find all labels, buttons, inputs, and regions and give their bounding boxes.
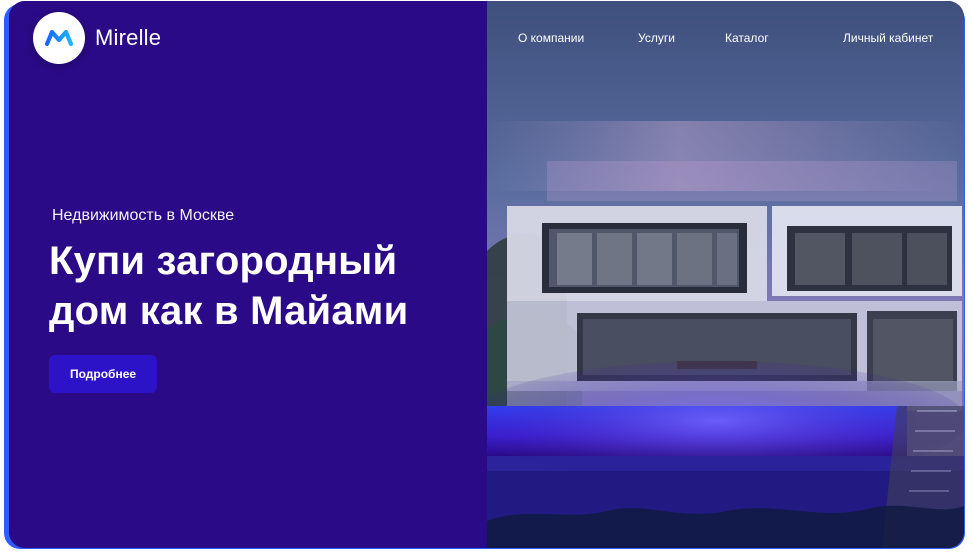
brand[interactable]: Mirelle (33, 12, 161, 64)
hero-image-panel (487, 1, 964, 548)
nav-item-services[interactable]: Услуги (638, 31, 675, 45)
hero-title-line-2: дом как в Майами (49, 289, 409, 333)
nav-item-account[interactable]: Личный кабинет (843, 31, 933, 45)
top-nav: О компании Услуги Каталог Личный кабинет (487, 1, 964, 73)
hero-left-panel: Mirelle Недвижимость в Москве Купи загор… (9, 1, 487, 548)
hero-title-line-1: Купи загородный (49, 239, 398, 283)
hero-kicker: Недвижимость в Москве (52, 207, 235, 224)
hero-card: Mirelle Недвижимость в Москве Купи загор… (9, 1, 964, 548)
nav-item-about[interactable]: О компании (518, 31, 584, 45)
hero-title: Купи загородный дом как в Майами (49, 236, 479, 336)
page-frame: Mirelle Недвижимость в Москве Купи загор… (0, 0, 971, 558)
villa-photo (487, 1, 964, 548)
details-button[interactable]: Подробнее (49, 355, 157, 393)
brand-name: Mirelle (95, 25, 162, 50)
m-logo-icon[interactable] (33, 12, 85, 64)
nav-item-catalog[interactable]: Каталог (725, 31, 769, 45)
